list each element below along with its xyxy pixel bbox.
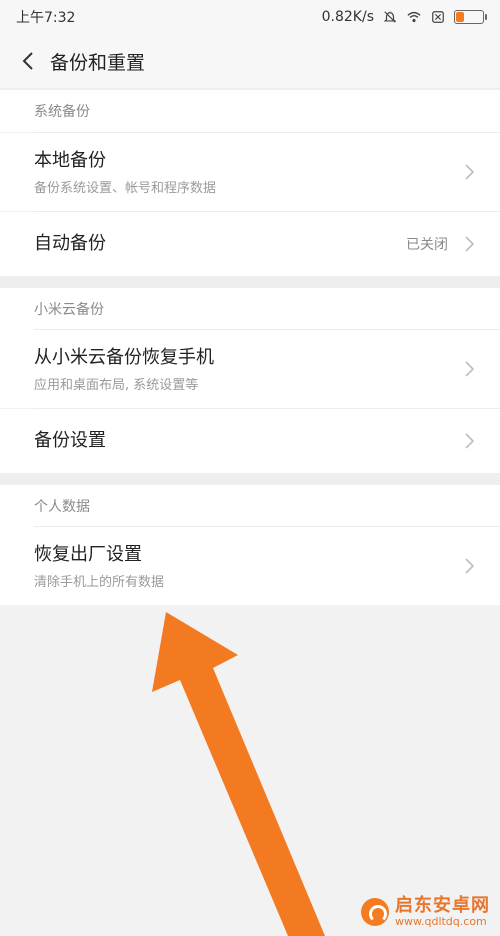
- page-title: 备份和重置: [50, 51, 146, 74]
- auto-backup-status: 已关闭: [406, 237, 448, 253]
- watermark-logo-icon: [361, 898, 389, 927]
- item-description: 备份系统设置、帐号和程序数据: [34, 180, 217, 196]
- sim-x-icon: [432, 11, 444, 23]
- net-speed: 0.82K/s: [321, 9, 374, 25]
- chevron-right-icon: [465, 361, 475, 377]
- item-label: 备份设置: [34, 430, 106, 451]
- wifi-icon: [407, 11, 421, 23]
- watermark-url: www.qdltdq.com: [395, 914, 487, 928]
- item-label: 恢复出厂设置: [34, 543, 142, 565]
- restore-from-cloud-item[interactable]: 从小米云备份恢复手机 应用和桌面布局, 系统设置等: [0, 330, 500, 408]
- factory-reset-item[interactable]: 恢复出厂设置 清除手机上的所有数据: [0, 527, 500, 605]
- section-gap: [0, 276, 500, 288]
- section-header-personal-data: 个人数据: [0, 485, 500, 527]
- status-icons: 0.82K/s: [321, 9, 487, 25]
- status-time: 上午7:32: [16, 10, 76, 26]
- battery-level: [456, 12, 465, 22]
- battery-icon: [454, 10, 487, 24]
- section-gap: [0, 473, 500, 485]
- item-description: 应用和桌面布局, 系统设置等: [34, 377, 199, 393]
- title-bar: 备份和重置: [0, 34, 500, 88]
- chevron-left-icon: [22, 52, 33, 70]
- auto-backup-item[interactable]: 自动备份 已关闭: [0, 212, 500, 276]
- mute-icon: [383, 11, 397, 23]
- back-button[interactable]: [14, 41, 42, 81]
- local-backup-item[interactable]: 本地备份 备份系统设置、帐号和程序数据: [0, 133, 500, 211]
- section-header-mi-cloud-backup: 小米云备份: [0, 288, 500, 330]
- item-label: 自动备份: [34, 233, 106, 254]
- chevron-right-icon: [465, 433, 475, 449]
- status-bar: 上午7:32 0.82K/s: [0, 0, 500, 34]
- chevron-right-icon: [465, 236, 475, 252]
- chevron-right-icon: [465, 164, 475, 180]
- item-label: 从小米云备份恢复手机: [34, 346, 214, 368]
- backup-settings-item[interactable]: 备份设置: [0, 409, 500, 473]
- item-label: 本地备份: [34, 149, 106, 171]
- arrow-shape: [152, 612, 325, 936]
- chevron-right-icon: [465, 558, 475, 574]
- item-description: 清除手机上的所有数据: [34, 574, 165, 590]
- watermark: 启东安卓网 www.qdltdq.com: [361, 896, 490, 928]
- section-header-system-backup: 系统备份: [0, 90, 500, 132]
- watermark-name: 启东安卓网: [395, 895, 490, 917]
